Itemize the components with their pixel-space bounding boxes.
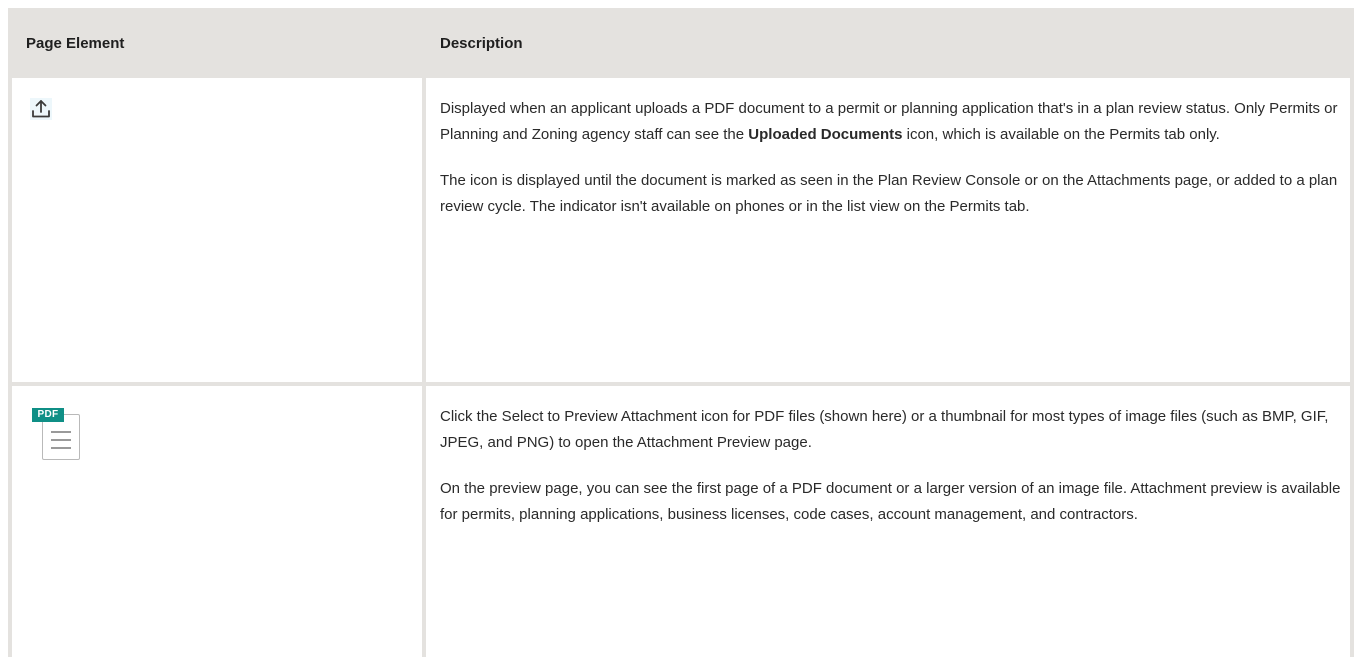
- text-line-shape: [51, 447, 71, 449]
- description-paragraph: Click the Select to Preview Attachment i…: [440, 408, 1329, 451]
- upload-icon: [30, 98, 52, 120]
- page-element-cell: [8, 74, 426, 386]
- pdf-file-icon: PDF: [28, 408, 84, 468]
- pdf-badge: PDF: [32, 408, 64, 422]
- description-paragraph: The icon is displayed until the document…: [440, 172, 1338, 215]
- page-element-cell: PDF: [8, 382, 426, 657]
- text-line-shape: [51, 431, 71, 433]
- description-paragraph: Displayed when an applicant uploads a PD…: [440, 96, 1350, 148]
- description-cell: Displayed when an applicant uploads a PD…: [422, 74, 1354, 386]
- text-line-shape: [51, 439, 71, 441]
- description-cell: Click the Select to Preview Attachment i…: [422, 382, 1354, 657]
- table-row: Displayed when an applicant uploads a PD…: [8, 74, 1354, 386]
- table-row: PDF Click the Select to Preview Attachme…: [8, 382, 1354, 657]
- description-paragraph: On the preview page, you can see the fir…: [440, 480, 1341, 523]
- table-header-row: Page Element Description: [8, 8, 1354, 78]
- description-text: icon, which is available on the Permits …: [902, 126, 1220, 143]
- column-header-description: Description: [422, 8, 1354, 78]
- page-elements-table: Page Element Description Displayed when …: [8, 8, 1354, 657]
- uploaded-documents-term: Uploaded Documents: [748, 126, 903, 143]
- column-header-page-element: Page Element: [8, 8, 426, 78]
